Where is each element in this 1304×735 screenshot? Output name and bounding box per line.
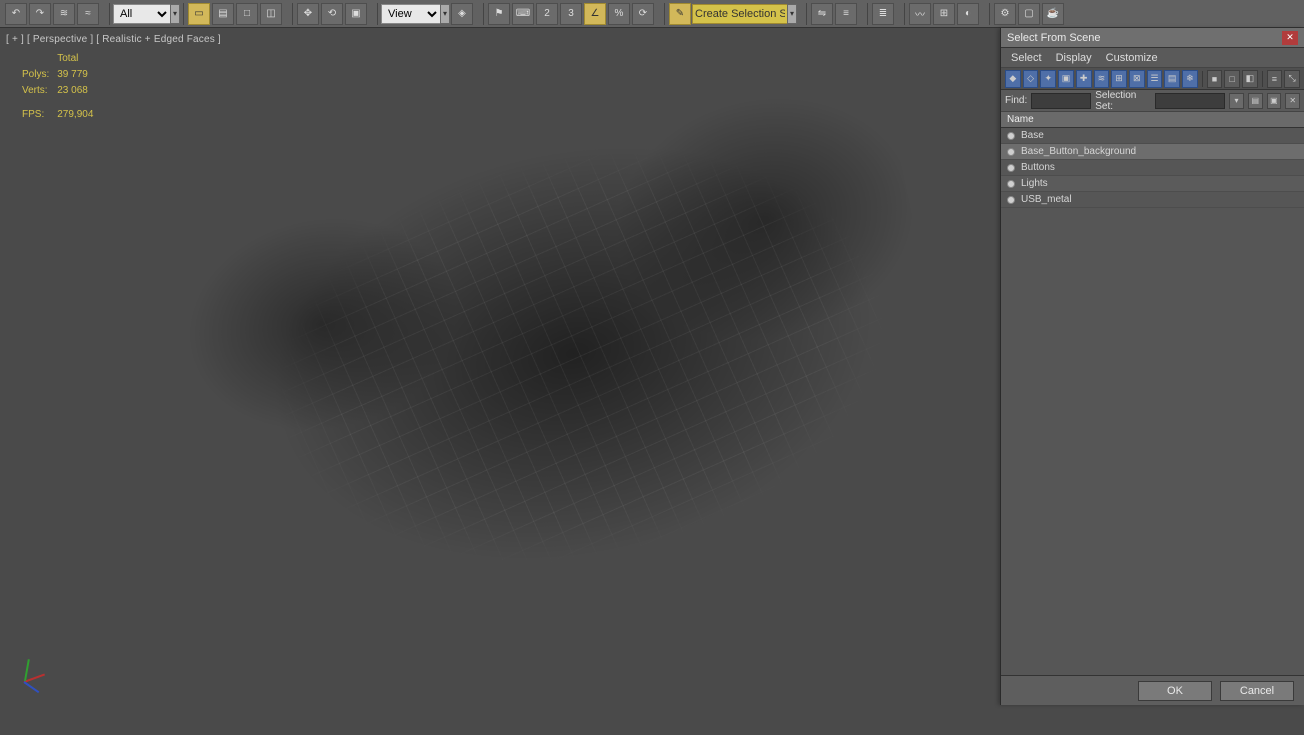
delete-set-icon[interactable]: ✕	[1285, 93, 1300, 109]
list-item-dot-icon	[1007, 196, 1015, 204]
filter-hidden-icon[interactable]: ≡	[1267, 70, 1283, 88]
display-shapes-icon[interactable]: ◇	[1023, 70, 1039, 88]
list-item-label: Base_Button_background	[1021, 146, 1136, 157]
ok-button[interactable]: OK	[1138, 681, 1212, 701]
display-frozen-icon[interactable]: ❄	[1182, 70, 1198, 88]
render-setup-icon[interactable]: ⚙	[994, 3, 1016, 25]
dialog-toolbar: ◆ ◇ ✦ ▣ ✚ ≋ ⊞ ⊠ ☰ ▤ ❄ ■ □ ◧ ≡ ⤡	[1001, 68, 1304, 90]
dialog-menu: Select Display Customize	[1001, 48, 1304, 68]
display-helpers-icon[interactable]: ✚	[1076, 70, 1092, 88]
render-frame-icon[interactable]: ▢	[1018, 3, 1040, 25]
list-item-dot-icon	[1007, 148, 1015, 156]
snap-3d-icon[interactable]: 3	[560, 3, 582, 25]
selection-filter-dropdown[interactable]: All	[113, 4, 171, 24]
display-container-icon[interactable]: ▤	[1164, 70, 1180, 88]
viewport-view[interactable]: [ Perspective ]	[27, 34, 93, 45]
display-invert-icon[interactable]: ◧	[1242, 70, 1258, 88]
unlink-icon[interactable]: ≈	[77, 3, 99, 25]
viewport-plus[interactable]: [ + ]	[6, 34, 24, 45]
list-item[interactable]: Buttons	[1001, 160, 1304, 176]
object-list[interactable]: Base Base_Button_background Buttons Lights U…	[1001, 128, 1304, 675]
render-icon[interactable]: ☕	[1042, 3, 1064, 25]
menu-display[interactable]: Display	[1056, 52, 1092, 64]
keyboard-shortcut-icon[interactable]: ⌨	[512, 3, 534, 25]
curve-editor-icon[interactable]: 〰	[909, 3, 931, 25]
redo-icon[interactable]: ↷	[29, 3, 51, 25]
display-none-icon[interactable]: □	[1224, 70, 1240, 88]
dialog-titlebar[interactable]: Select From Scene ✕	[1001, 28, 1304, 48]
display-all-icon[interactable]: ■	[1207, 70, 1223, 88]
find-input[interactable]	[1031, 93, 1091, 109]
close-icon[interactable]: ✕	[1282, 31, 1298, 45]
display-cameras-icon[interactable]: ▣	[1058, 70, 1074, 88]
schematic-view-icon[interactable]: ⊞	[933, 3, 955, 25]
select-set-icon[interactable]: ▤	[1248, 93, 1263, 109]
viewport-model-wireframe	[128, 74, 971, 702]
display-lights-icon[interactable]: ✦	[1040, 70, 1056, 88]
spinner-snap-icon[interactable]: ⟳	[632, 3, 654, 25]
link-icon[interactable]: ≋	[53, 3, 75, 25]
list-header-name[interactable]: Name	[1001, 112, 1304, 128]
display-xrefs-icon[interactable]: ⊠	[1129, 70, 1145, 88]
menu-select[interactable]: Select	[1011, 52, 1042, 64]
find-label: Find:	[1005, 95, 1027, 106]
scale-icon[interactable]: ▣	[345, 3, 367, 25]
angle-snap-icon[interactable]: ∠	[584, 3, 606, 25]
cancel-button[interactable]: Cancel	[1220, 681, 1294, 701]
display-bone-icon[interactable]: ☰	[1147, 70, 1163, 88]
window-crossing-icon[interactable]: ◫	[260, 3, 282, 25]
axis-gizmo-icon	[14, 657, 48, 691]
align-icon[interactable]: ≡	[835, 3, 857, 25]
undo-icon[interactable]: ↶	[5, 3, 27, 25]
percent-snap-icon[interactable]: %	[608, 3, 630, 25]
display-groups-icon[interactable]: ⊞	[1111, 70, 1127, 88]
snap-2d-icon[interactable]: 2	[536, 3, 558, 25]
dialog-find-bar: Find: Selection Set: ▾ ▤ ▣ ✕	[1001, 90, 1304, 112]
display-geometry-icon[interactable]: ◆	[1005, 70, 1021, 88]
dialog-title: Select From Scene	[1007, 32, 1101, 44]
dropdown-arrow-icon[interactable]: ▾	[787, 4, 797, 24]
viewport-label[interactable]: [ + ] [ Perspective ] [ Realistic + Edge…	[6, 34, 221, 45]
edit-named-selection-icon[interactable]: ✎	[669, 3, 691, 25]
mirror-icon[interactable]: ⇋	[811, 3, 833, 25]
selection-set-label: Selection Set:	[1095, 90, 1151, 112]
list-item-label: Base	[1021, 130, 1044, 141]
save-set-icon[interactable]: ▣	[1267, 93, 1282, 109]
list-item[interactable]: Lights	[1001, 176, 1304, 192]
reference-coordsys-dropdown[interactable]: View	[381, 4, 441, 24]
dropdown-arrow-icon[interactable]: ▾	[440, 4, 450, 24]
list-item-dot-icon	[1007, 164, 1015, 172]
list-item[interactable]: Base_Button_background	[1001, 144, 1304, 160]
viewport-statistics: Total Polys:39 779 Verts:23 068 FPS:279,…	[20, 50, 101, 124]
display-spacewarps-icon[interactable]: ≋	[1094, 70, 1110, 88]
list-item-label: USB_metal	[1021, 194, 1072, 205]
dropdown-arrow-icon[interactable]: ▾	[1229, 93, 1244, 109]
main-toolbar: ↶ ↷ ≋ ≈ All ▾ ▭ ▤ □ ◫ ✥ ⟲ ▣ View ▾ ◈ ⚑ ⌨…	[0, 0, 1304, 28]
rotate-icon[interactable]: ⟲	[321, 3, 343, 25]
rectangle-region-icon[interactable]: □	[236, 3, 258, 25]
menu-customize[interactable]: Customize	[1106, 52, 1158, 64]
list-item-dot-icon	[1007, 180, 1015, 188]
use-center-icon[interactable]: ◈	[451, 3, 473, 25]
list-item-label: Buttons	[1021, 162, 1055, 173]
move-icon[interactable]: ✥	[297, 3, 319, 25]
named-selection-input[interactable]	[692, 4, 788, 24]
list-item[interactable]: USB_metal	[1001, 192, 1304, 208]
selection-set-input[interactable]	[1155, 93, 1225, 109]
select-by-name-icon[interactable]: ▤	[212, 3, 234, 25]
list-item-dot-icon	[1007, 132, 1015, 140]
material-editor-icon[interactable]: ◐	[957, 3, 979, 25]
select-from-scene-dialog: Select From Scene ✕ Select Display Custo…	[1000, 28, 1304, 705]
layers-icon[interactable]: ≣	[872, 3, 894, 25]
dropdown-arrow-icon[interactable]: ▾	[170, 4, 180, 24]
dialog-buttons: OK Cancel	[1001, 675, 1304, 705]
select-object-icon[interactable]: ▭	[188, 3, 210, 25]
select-manipulate-icon[interactable]: ⚑	[488, 3, 510, 25]
list-item-label: Lights	[1021, 178, 1048, 189]
list-item[interactable]: Base	[1001, 128, 1304, 144]
expand-icon[interactable]: ⤡	[1284, 70, 1300, 88]
viewport-shading[interactable]: [ Realistic + Edged Faces ]	[96, 34, 221, 45]
